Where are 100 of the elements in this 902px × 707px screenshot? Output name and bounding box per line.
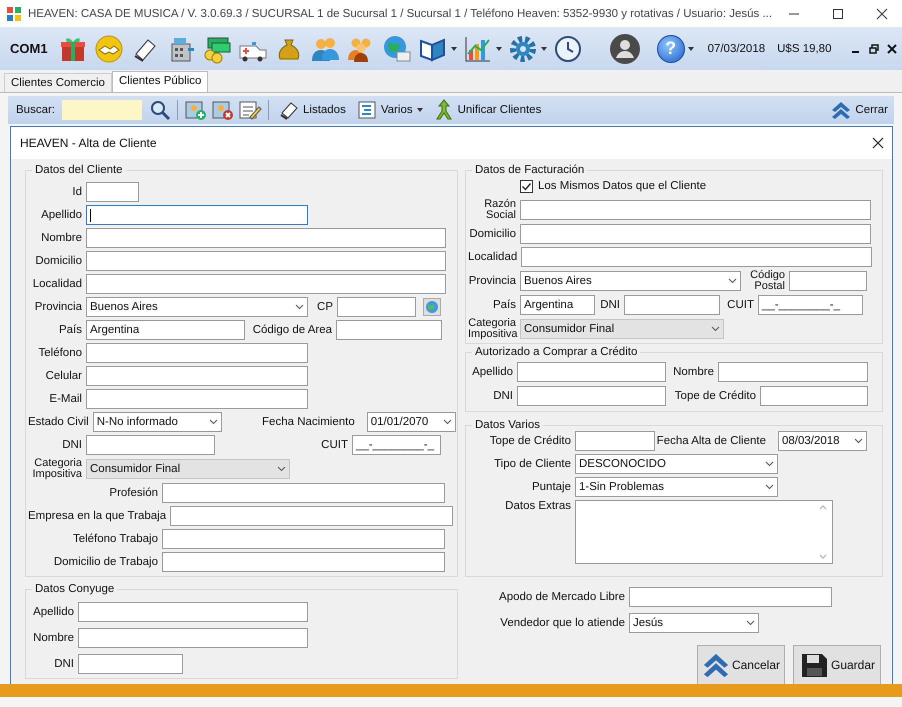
- caret-icon[interactable]: [450, 46, 457, 50]
- merge-arrow-icon: [434, 99, 454, 121]
- field-label: Nombre: [32, 632, 75, 644]
- edit-list-icon[interactable]: [238, 99, 262, 121]
- text-field[interactable]: [162, 483, 445, 503]
- tab[interactable]: Clientes Público: [112, 71, 208, 92]
- text-field[interactable]: [517, 362, 666, 382]
- dropdown[interactable]: Jesús: [629, 613, 759, 633]
- checkbox[interactable]: Los Mismos Datos que el Cliente: [520, 180, 706, 192]
- search-field[interactable]: [62, 100, 142, 120]
- save-button[interactable]: Guardar: [793, 645, 881, 685]
- text-field[interactable]: [336, 320, 442, 340]
- text-field[interactable]: [78, 628, 308, 648]
- dropdown[interactable]: DESCONOCIDO: [575, 454, 778, 474]
- user-avatar-icon[interactable]: [608, 32, 641, 64]
- text-field[interactable]: [575, 431, 655, 451]
- text-field[interactable]: [789, 271, 867, 291]
- chevron-icon[interactable]: [746, 620, 755, 626]
- text-field[interactable]: [86, 205, 308, 225]
- text-field[interactable]: [760, 386, 868, 406]
- caret-icon[interactable]: [496, 46, 502, 50]
- toolbar-button[interactable]: Unificar Clientes: [430, 99, 546, 121]
- text-field[interactable]: Argentina: [86, 320, 245, 340]
- close-icon[interactable]: [872, 137, 884, 149]
- chevron-icon[interactable]: [208, 419, 218, 425]
- text-field[interactable]: [86, 343, 308, 363]
- text-field[interactable]: [170, 506, 454, 526]
- search-icon[interactable]: [149, 99, 171, 121]
- text-field[interactable]: [86, 389, 308, 409]
- toolbar-button[interactable]: Varios: [352, 100, 427, 120]
- chevron-icon[interactable]: [765, 461, 774, 467]
- text-area[interactable]: [575, 500, 833, 564]
- dropdown[interactable]: Buenos Aires: [520, 271, 741, 291]
- dropdown[interactable]: 1-Sin Problemas: [575, 477, 778, 497]
- close-icon[interactable]: [887, 44, 898, 54]
- field-label: Domicilio: [34, 255, 83, 267]
- tab[interactable]: Clientes Comercio: [4, 73, 112, 92]
- exchange-rate: U$S 19,80: [777, 42, 832, 54]
- gear-icon[interactable]: [508, 34, 538, 64]
- caret-icon: [416, 108, 423, 112]
- field-label: CUIT: [320, 439, 349, 451]
- field-label: DNI: [492, 390, 514, 402]
- text-field[interactable]: [337, 297, 416, 317]
- delete-user-icon[interactable]: [211, 99, 235, 121]
- text-field[interactable]: [520, 200, 871, 220]
- text-field[interactable]: [86, 435, 215, 455]
- text-field[interactable]: [86, 228, 446, 248]
- text-field[interactable]: [162, 529, 445, 549]
- text-field[interactable]: Argentina: [520, 295, 595, 315]
- dropdown[interactable]: Buenos Aires: [86, 297, 308, 317]
- globe-button[interactable]: [423, 298, 441, 316]
- text-field[interactable]: [718, 362, 868, 382]
- chevron-icon[interactable]: [728, 278, 737, 284]
- field-label: País: [58, 324, 83, 336]
- text-field[interactable]: [517, 386, 666, 406]
- checkbox-icon[interactable]: [520, 180, 533, 192]
- field-label: Provincia: [34, 301, 83, 313]
- masked-field[interactable]: __-________-_: [758, 295, 863, 315]
- text-field[interactable]: [86, 274, 446, 294]
- close-icon[interactable]: [876, 8, 888, 20]
- text-field[interactable]: [629, 587, 832, 607]
- date-picker[interactable]: 08/03/2018: [778, 431, 867, 451]
- text-field[interactable]: [86, 182, 139, 202]
- clock-icon[interactable]: [552, 34, 583, 64]
- field-label: Apodo de Mercado Libre: [498, 591, 626, 603]
- handshake-icon[interactable]: [94, 34, 124, 64]
- chevron-icon[interactable]: [854, 438, 863, 444]
- field-label: Empresa en la que Trabaja: [28, 510, 168, 522]
- field-label: Tope de Crédito: [674, 390, 757, 402]
- field-label: Nombre: [40, 232, 83, 244]
- masked-field[interactable]: __-________-_: [352, 435, 441, 455]
- cancel-button[interactable]: Cancelar: [697, 645, 785, 685]
- restore-icon[interactable]: [869, 44, 880, 54]
- text-field[interactable]: [78, 654, 183, 674]
- text-field[interactable]: [162, 552, 445, 572]
- chevron-icon[interactable]: [765, 484, 774, 490]
- field-label: Profesión: [108, 487, 159, 499]
- globe-icon[interactable]: [382, 34, 412, 64]
- text-field[interactable]: [78, 602, 308, 622]
- port-label: COM1: [10, 41, 48, 56]
- close-button[interactable]: Cerrar: [827, 101, 894, 119]
- text-field[interactable]: [624, 295, 720, 315]
- date-picker[interactable]: 01/01/2070: [366, 412, 456, 432]
- dropdown[interactable]: N-No informado: [92, 412, 222, 432]
- field-label: Tipo de Cliente: [493, 458, 572, 470]
- text-field[interactable]: [521, 247, 872, 267]
- text-field[interactable]: [520, 224, 871, 244]
- search-label: Buscar:: [16, 104, 55, 116]
- chevron-icon[interactable]: [295, 304, 304, 310]
- list-icon: [356, 100, 377, 120]
- text-field[interactable]: [86, 251, 446, 271]
- app-logo-icon: [6, 6, 22, 22]
- maximize-icon[interactable]: [832, 8, 844, 20]
- add-user-icon[interactable]: [184, 99, 208, 121]
- field-label: Código Postal: [749, 270, 786, 292]
- caret-icon[interactable]: [540, 46, 547, 50]
- caret-icon[interactable]: [688, 46, 694, 50]
- text-field[interactable]: [86, 366, 308, 386]
- toolbar-button[interactable]: Listados: [275, 100, 350, 120]
- chevron-icon[interactable]: [442, 419, 452, 425]
